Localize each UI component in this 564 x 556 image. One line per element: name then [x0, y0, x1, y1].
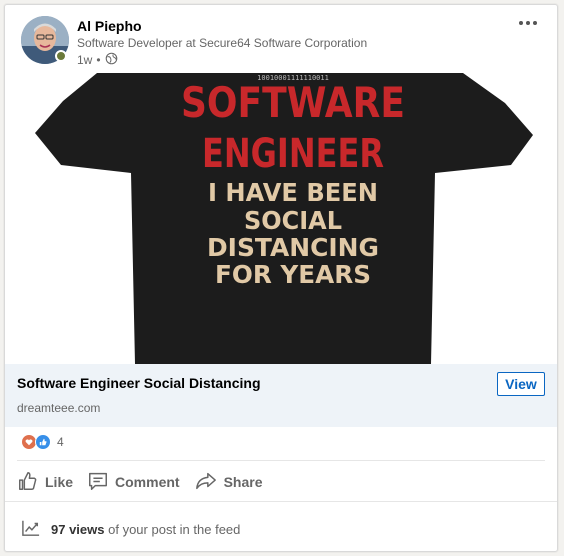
more-options-button[interactable]: [513, 13, 543, 33]
comment-button[interactable]: Comment: [87, 470, 180, 495]
divider: [17, 460, 545, 461]
meta-separator: •: [96, 53, 101, 67]
shirt-text-line4: SOCIAL: [244, 206, 342, 235]
link-title[interactable]: Software Engineer Social Distancing: [17, 375, 261, 391]
views-summary[interactable]: 97 views of your post in the feed: [21, 519, 240, 540]
post-meta: 1w •: [77, 52, 118, 68]
presence-indicator: [55, 50, 67, 62]
shirt-text-line5: DISTANCING: [207, 233, 379, 262]
shirt-text-line3: I HAVE BEEN: [208, 178, 378, 207]
author-headline: Software Developer at Secure64 Software …: [77, 36, 368, 50]
thumbs-up-icon: [17, 470, 39, 495]
post-time: 1w: [77, 53, 93, 67]
comment-label: Comment: [115, 474, 180, 490]
author-name[interactable]: Al Piepho: [77, 18, 142, 34]
analytics-icon: [21, 519, 41, 540]
feed-post-card: Al Piepho Software Developer at Secure64…: [4, 4, 558, 552]
link-preview[interactable]: Software Engineer Social Distancing drea…: [5, 364, 557, 427]
reactions-summary[interactable]: 4: [21, 434, 64, 450]
share-icon: [194, 470, 218, 495]
link-domain: dreamteee.com: [17, 401, 101, 415]
like-label: Like: [45, 474, 74, 490]
view-button[interactable]: View: [497, 372, 545, 396]
shirt-text-line6: FOR YEARS: [215, 260, 371, 289]
reaction-count: 4: [57, 435, 64, 449]
globe-icon: [105, 52, 118, 68]
post-header: Al Piepho Software Developer at Secure64…: [5, 5, 557, 77]
like-icon: [35, 434, 51, 450]
post-analytics[interactable]: 97 views of your post in the feed: [5, 501, 557, 551]
share-button[interactable]: Share: [194, 470, 263, 495]
comment-icon: [87, 470, 109, 495]
like-button[interactable]: Like: [17, 470, 73, 495]
post-image[interactable]: 10010001111110011 SOFTWARE ENGINEER I HA…: [5, 73, 557, 364]
social-actions: Like Comment Share: [17, 466, 277, 498]
shirt-text-software: SOFTWARE: [181, 78, 405, 127]
views-suffix: of your post in the feed: [108, 522, 241, 537]
shirt-text-engineer: ENGINEER: [202, 131, 384, 177]
share-label: Share: [223, 474, 263, 490]
views-count: 97 views: [51, 522, 105, 537]
